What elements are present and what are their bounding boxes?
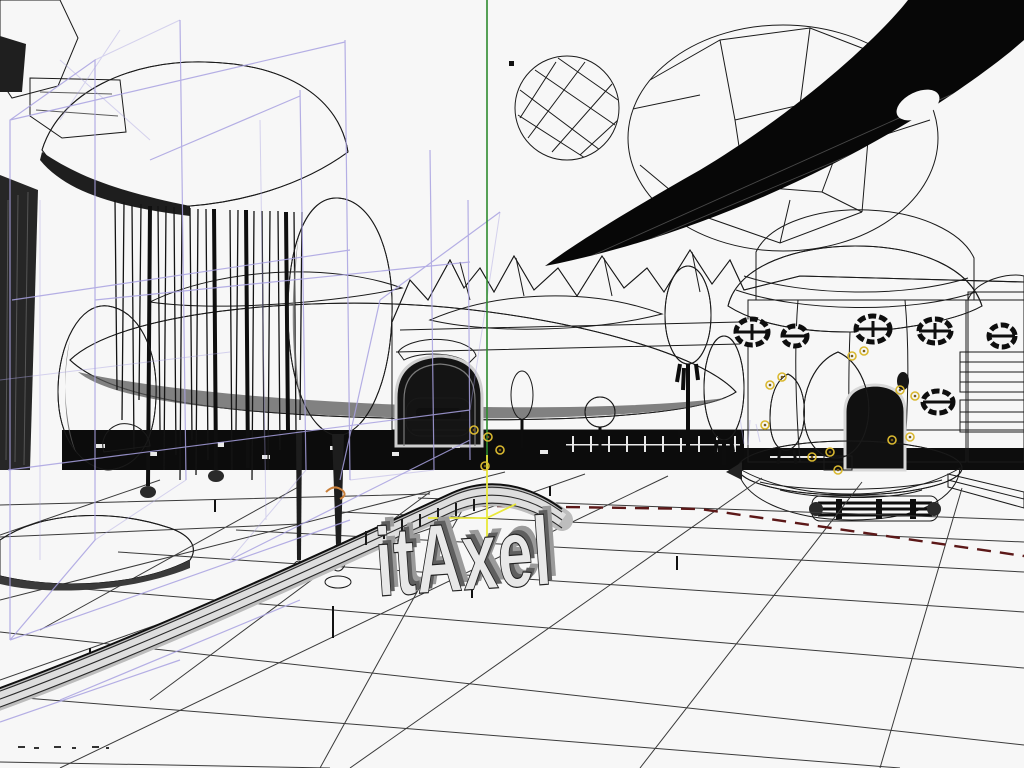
- 3d-text-face[interactable]: itAxel: [372, 496, 555, 617]
- 3d-viewport[interactable]: itAxel itAxel itAxel: [0, 0, 1024, 768]
